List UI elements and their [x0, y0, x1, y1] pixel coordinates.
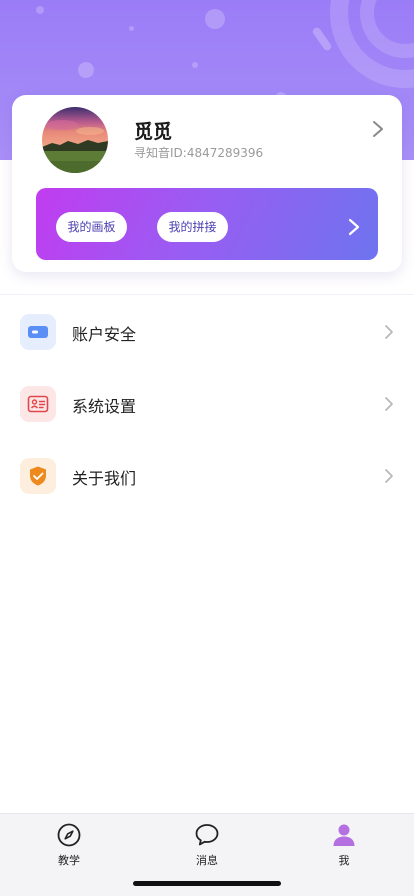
menu-item-about-us[interactable]: 关于我们: [0, 441, 414, 513]
chevron-right-icon: [385, 469, 393, 483]
avatar[interactable]: [42, 107, 108, 173]
tab-label: 教学: [58, 854, 80, 867]
menu-item-system-settings[interactable]: 系统设置: [0, 369, 414, 441]
profile-id: 寻知音ID:4847289396: [134, 144, 263, 161]
compass-icon: [57, 823, 81, 847]
menu-label: 关于我们: [72, 469, 137, 488]
tab-messages[interactable]: 消息: [167, 822, 247, 872]
card-icon: [28, 326, 48, 338]
menu-icon-container: [20, 386, 56, 422]
decor-bubble: [36, 6, 44, 14]
decor-bar: [311, 26, 333, 52]
profile-id-label: 寻知音ID:: [134, 146, 187, 160]
decor-bubble: [205, 9, 225, 29]
my-collages-button[interactable]: 我的拼接: [157, 212, 228, 242]
decor-bubble: [78, 62, 94, 78]
decor-bubble: [192, 62, 198, 68]
settings-menu: 账户安全 系统设置 关于我们: [0, 294, 414, 494]
menu-icon-container: [20, 458, 56, 494]
chevron-right-icon: [385, 397, 393, 411]
chevron-right-icon: [385, 325, 393, 339]
person-icon: [333, 824, 355, 846]
tab-label: 消息: [196, 854, 218, 867]
menu-label: 账户安全: [72, 325, 137, 344]
decor-bubble: [129, 26, 134, 31]
profile-card[interactable]: 觅觅 寻知音ID:4847289396 我的画板 我的拼接: [12, 95, 402, 272]
my-boards-button[interactable]: 我的画板: [56, 212, 127, 242]
menu-icon-container: [20, 314, 56, 350]
avatar-landscape-image: [42, 107, 108, 173]
id-card-icon: [27, 395, 49, 413]
tab-label: 我: [338, 854, 350, 867]
menu-label: 系统设置: [72, 397, 137, 416]
tab-me[interactable]: 我: [304, 822, 384, 872]
home-indicator: [133, 881, 281, 886]
chat-bubble-icon: [195, 824, 219, 846]
profile-name: 觅觅: [134, 121, 173, 143]
shield-check-icon: [30, 466, 46, 486]
tab-teaching[interactable]: 教学: [29, 822, 109, 872]
profile-id-value: 4847289396: [186, 146, 264, 160]
menu-item-account-security[interactable]: 账户安全: [0, 297, 414, 369]
chevron-right-icon[interactable]: [370, 119, 386, 139]
chevron-right-icon[interactable]: [346, 217, 362, 237]
